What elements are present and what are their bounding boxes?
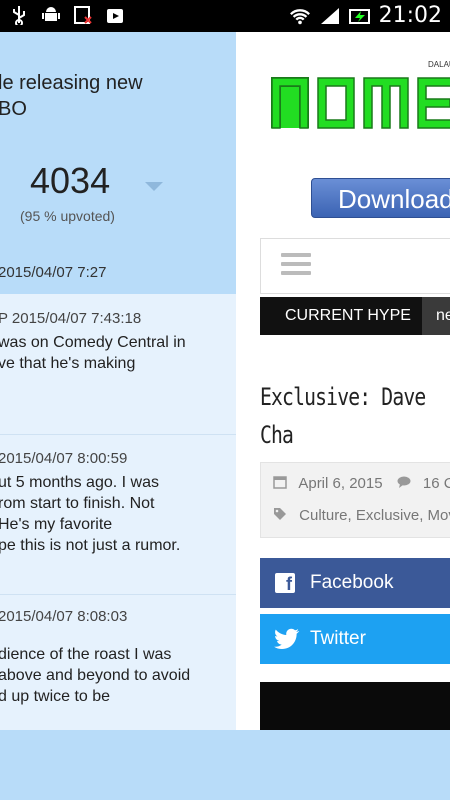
- calendar-icon: [273, 476, 287, 489]
- comment-date: 2015/04/07 8:08:03: [0, 608, 128, 625]
- reddit-post-panel[interactable]: le releasing new BO 4034 (95 % upvoted) …: [0, 32, 237, 732]
- facebook-icon: f: [275, 573, 295, 594]
- comment[interactable]: P 2015/04/07 7:43:18 was on Comedy Centr…: [0, 294, 236, 435]
- post-header: le releasing new BO 4034 (95 % upvoted) …: [0, 32, 236, 294]
- logo-caption: DALAU: [428, 60, 450, 69]
- article-video[interactable]: [260, 682, 450, 732]
- downvote-icon[interactable]: [145, 182, 163, 191]
- usb-icon: [8, 4, 30, 26]
- comment-date: 2015/04/07 8:00:59: [0, 450, 128, 467]
- comment-date: P 2015/04/07 7:43:18: [0, 310, 142, 327]
- debug-icon: [72, 4, 94, 26]
- play-store-icon: [104, 4, 126, 26]
- bottom-bar: [0, 730, 450, 800]
- post-score: 4034: [30, 160, 111, 201]
- comment-text: was on Comedy Central in ve that he's ma…: [0, 334, 186, 372]
- current-hype-bar: CURRENT HYPE ne: [260, 297, 450, 335]
- notification-icons: [8, 4, 126, 26]
- twitter-icon: [274, 628, 300, 649]
- site-menu-bar: [260, 238, 450, 294]
- hype-ticker-item[interactable]: ne: [422, 297, 450, 335]
- upvote-percentage: (95 % upvoted): [20, 208, 115, 224]
- wifi-icon: [289, 5, 311, 27]
- tag-icon: [274, 508, 286, 520]
- comment[interactable]: 2015/04/07 8:08:03 dience of the roast I…: [0, 594, 236, 732]
- article-tags[interactable]: Culture, Exclusive, Movi: [299, 507, 450, 524]
- comment-count[interactable]: 16 Co: [423, 475, 450, 492]
- web-article-panel[interactable]: DALAU Download CURRENT HYPE ne Exclusive…: [236, 32, 450, 732]
- article-date: April 6, 2015: [298, 475, 383, 492]
- comment-text: ut 5 months ago. I was rom start to fini…: [0, 474, 181, 554]
- android-icon: [40, 4, 62, 26]
- twitter-share-button[interactable]: Twitter: [260, 614, 450, 664]
- site-logo[interactable]: [268, 62, 450, 132]
- battery-charging-icon: [348, 5, 371, 27]
- hamburger-menu-icon[interactable]: [281, 253, 311, 280]
- comment[interactable]: 2015/04/07 8:00:59 ut 5 months ago. I wa…: [0, 434, 236, 595]
- download-button[interactable]: Download: [311, 178, 450, 218]
- comment-text: dience of the roast I was above and beyo…: [0, 646, 191, 705]
- clock: 21:02: [378, 3, 442, 28]
- comment-icon: [397, 476, 411, 488]
- status-bar: 21:02: [0, 0, 450, 32]
- post-date: 2015/04/07 7:27: [0, 264, 107, 281]
- article-meta: April 6, 2015 16 Co Culture, Exclusive, …: [260, 462, 450, 538]
- facebook-share-button[interactable]: f Facebook: [260, 558, 450, 608]
- post-title[interactable]: le releasing new BO: [0, 70, 236, 122]
- signal-icon: [319, 5, 341, 27]
- current-hype-label: CURRENT HYPE: [285, 307, 411, 324]
